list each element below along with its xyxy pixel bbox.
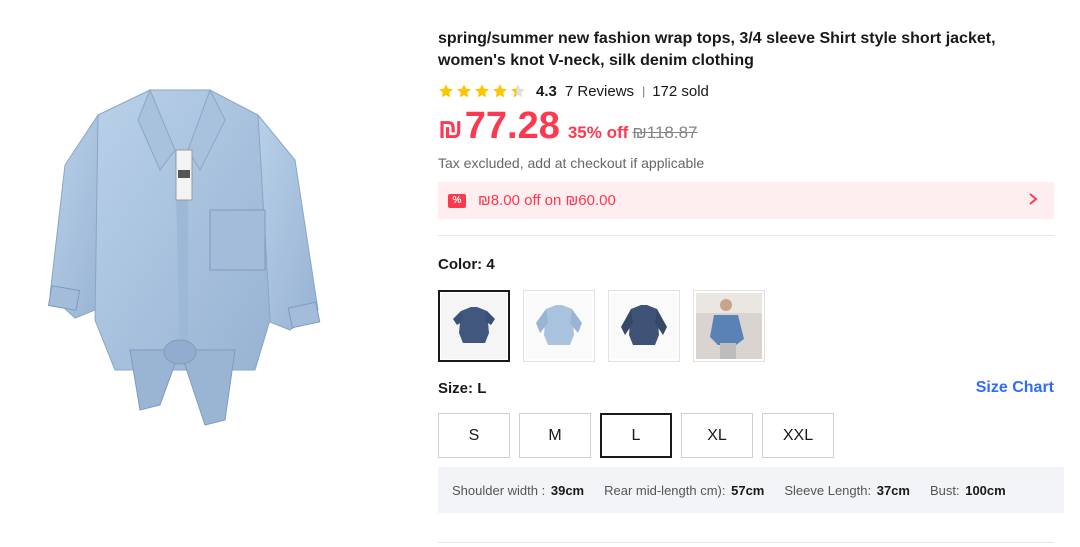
swatch-shirt-image xyxy=(526,293,592,359)
price-row: ₪77.28 35% off ₪118.87 xyxy=(438,105,1064,157)
size-measurements: Shoulder width : 39cm Rear mid-length cm… xyxy=(438,467,1064,513)
star-icon xyxy=(493,84,507,98)
current-price: ₪77.28 xyxy=(438,105,560,148)
measurement-label: Sleeve Length: xyxy=(784,482,872,498)
reviews-link[interactable]: 7 Reviews xyxy=(565,83,634,100)
size-header: Size: L Size Chart xyxy=(438,379,1054,397)
coupon-icon: % xyxy=(448,193,466,208)
rating-value: 4.3 xyxy=(536,82,557,100)
price-amount: 77.28 xyxy=(464,105,560,147)
measurement-bust: Bust: 100cm xyxy=(930,483,1006,498)
star-icon xyxy=(475,84,489,98)
selected-size-value: L xyxy=(477,379,487,397)
measurement-label: Rear mid-length cm): xyxy=(604,482,726,498)
measurement-value: 57cm xyxy=(731,482,765,498)
color-swatch-1[interactable] xyxy=(438,290,510,362)
star-rating[interactable] xyxy=(438,83,526,99)
size-option-l[interactable]: L xyxy=(600,413,672,458)
size-option-m[interactable]: M xyxy=(519,413,591,458)
color-label: Color: 4 xyxy=(438,256,1064,273)
size-chart-link[interactable]: Size Chart xyxy=(976,379,1054,397)
size-option-xxl[interactable]: XXL xyxy=(762,413,834,458)
original-price: ₪118.87 xyxy=(632,123,698,142)
star-icon xyxy=(457,84,471,98)
product-main-image[interactable] xyxy=(20,60,350,460)
coupon-banner[interactable]: % ₪8.00 off on ₪60.00 xyxy=(438,182,1054,219)
product-info-panel: spring/summer new fashion wrap tops, 3/4… xyxy=(438,28,1064,513)
size-options: S M L XL XXL xyxy=(438,413,1064,458)
currency-symbol: ₪ xyxy=(438,113,463,144)
tax-note: Tax excluded, add at checkout if applica… xyxy=(438,155,705,171)
size-option-s[interactable]: S xyxy=(438,413,510,458)
measurement-value: 37cm xyxy=(876,482,910,498)
section-divider xyxy=(438,235,1054,236)
color-swatches xyxy=(438,290,1064,362)
discount-badge: 35% off xyxy=(567,123,629,142)
measurement-label: Bust: xyxy=(929,482,960,498)
section-divider xyxy=(438,542,1054,543)
measurement-shoulder: Shoulder width : 39cm xyxy=(452,483,584,498)
half-star-icon xyxy=(511,84,525,98)
measurement-rear-length: Rear mid-length cm): 57cm xyxy=(604,483,764,498)
measurement-sleeve: Sleeve Length: 37cm xyxy=(784,483,910,498)
measurement-value: 100cm xyxy=(965,482,1006,498)
divider-bar: | xyxy=(642,84,646,98)
shirt-illustration xyxy=(47,88,321,426)
size-label: Size: L xyxy=(438,380,486,397)
size-label-text: Size: xyxy=(438,379,478,397)
swatch-shirt-image xyxy=(611,293,677,359)
selected-color-value: 4 xyxy=(486,256,495,273)
swatch-model-photo xyxy=(696,293,762,359)
measurement-label: Shoulder width : xyxy=(452,482,546,498)
product-title: spring/summer new fashion wrap tops, 3/4… xyxy=(438,30,996,69)
color-swatch-2[interactable] xyxy=(523,290,595,362)
chevron-right-icon xyxy=(1028,192,1038,210)
star-icon xyxy=(439,84,453,98)
size-option-xl[interactable]: XL xyxy=(681,413,753,458)
color-label-text: Color: xyxy=(438,256,487,273)
color-swatch-4[interactable] xyxy=(693,290,765,362)
swatch-shirt-image xyxy=(441,293,507,359)
color-swatch-3[interactable] xyxy=(608,290,680,362)
coupon-text: ₪8.00 off on ₪60.00 xyxy=(478,192,616,209)
measurement-value: 39cm xyxy=(550,482,585,498)
sold-count: 172 sold xyxy=(652,82,709,100)
rating-row: 4.3 7 Reviews | 172 sold xyxy=(438,81,1064,101)
